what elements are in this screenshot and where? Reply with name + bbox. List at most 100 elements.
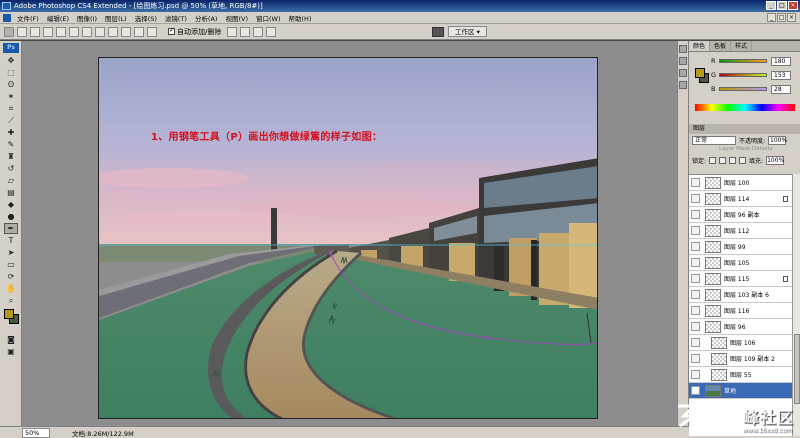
marquee-tool-icon[interactable]: ⬚ <box>4 67 18 78</box>
panel-icon-history[interactable] <box>679 45 687 53</box>
menu-image[interactable]: 图像(I) <box>77 13 97 23</box>
blur-tool-icon[interactable]: ◆ <box>4 199 18 210</box>
layer-row[interactable]: 图层 115 <box>689 271 792 287</box>
dodge-tool-icon[interactable]: ● <box>4 211 18 222</box>
line-icon[interactable] <box>134 26 144 37</box>
layer-name[interactable]: 图层 55 <box>730 370 792 379</box>
close-button[interactable]: × <box>788 1 798 10</box>
layer-row[interactable]: 图层 96 副本 <box>689 207 792 223</box>
red-value[interactable]: 180 <box>771 56 791 66</box>
custom-shape-icon[interactable] <box>147 26 157 37</box>
layer-row[interactable]: 图层 109 副本 2 <box>689 351 792 367</box>
layer-visibility-icon[interactable] <box>691 322 700 331</box>
tab-styles[interactable]: 样式 <box>731 41 753 51</box>
hand-tool-icon[interactable]: ✋ <box>4 283 18 294</box>
menu-analysis[interactable]: 分析(A) <box>195 13 218 23</box>
menu-view[interactable]: 视图(V) <box>225 13 248 23</box>
layer-row[interactable]: 图层 106 <box>689 335 792 351</box>
layers-scrollbar[interactable] <box>792 174 800 436</box>
layer-row[interactable]: 图层 114 <box>689 191 792 207</box>
layer-row[interactable]: 图层 112 <box>689 223 792 239</box>
layer-visibility-icon[interactable] <box>691 290 700 299</box>
screen-mode-icon[interactable] <box>432 26 444 37</box>
layer-name[interactable]: 图层 109 副本 2 <box>730 354 792 363</box>
layer-name[interactable]: 图层 103 副本 6 <box>724 290 792 299</box>
layer-visibility-icon[interactable]: ◉ <box>691 386 700 395</box>
doc-minimize-button[interactable]: _ <box>767 13 776 22</box>
crop-tool-icon[interactable]: ⌗ <box>4 103 18 114</box>
freeform-pen-icon[interactable] <box>69 26 79 37</box>
layer-name[interactable]: 图层 99 <box>724 242 792 251</box>
layer-row[interactable]: 图层 100 <box>689 175 792 191</box>
healing-brush-tool-icon[interactable]: ✚ <box>4 127 18 138</box>
menu-window[interactable]: 窗口(W) <box>256 13 281 23</box>
minimize-button[interactable]: _ <box>766 1 776 10</box>
layer-visibility-icon[interactable] <box>691 242 700 251</box>
layer-name[interactable]: 图层 112 <box>724 226 792 235</box>
blend-mode-select[interactable]: 正常 <box>692 135 736 145</box>
magic-wand-tool-icon[interactable]: ✶ <box>4 91 18 102</box>
layer-row[interactable]: 图层 116 <box>689 303 792 319</box>
lock-transparency-icon[interactable] <box>709 156 717 164</box>
blue-slider[interactable] <box>719 87 767 91</box>
layer-visibility-icon[interactable] <box>691 370 700 379</box>
layer-name[interactable]: 图层 96 副本 <box>724 210 792 219</box>
layer-visibility-icon[interactable] <box>691 178 700 187</box>
brush-tool-icon[interactable]: ✎ <box>4 139 18 150</box>
pen-icon[interactable] <box>56 26 66 37</box>
layer-visibility-icon[interactable] <box>691 306 700 315</box>
fill-input[interactable]: 100% <box>766 155 784 165</box>
pen-tool-icon[interactable]: ✒ <box>4 223 18 234</box>
lock-all-icon[interactable] <box>739 156 747 164</box>
eraser-tool-icon[interactable]: ▱ <box>4 175 18 186</box>
layer-row[interactable]: 图层 105 <box>689 255 792 271</box>
layer-visibility-icon[interactable] <box>691 226 700 235</box>
opacity-input[interactable]: 100% <box>768 135 787 145</box>
doc-close-button[interactable]: × <box>787 13 796 22</box>
layer-visibility-icon[interactable] <box>691 210 700 219</box>
workspace-dropdown[interactable]: 工作区 ▾ <box>448 26 487 37</box>
document-canvas[interactable]: 1、用钢笔工具（P）画出你想做绿篱的样子如图： <box>98 57 598 419</box>
lasso-tool-icon[interactable]: ʘ <box>4 79 18 90</box>
auto-add-delete-checkbox[interactable]: 自动添加/删除 <box>168 26 221 37</box>
tab-swatches[interactable]: 色板 <box>710 41 732 51</box>
path-subtract-icon[interactable] <box>240 26 251 37</box>
shape-tool-icon[interactable]: ▭ <box>4 259 18 270</box>
panel-icon-navigator[interactable] <box>679 69 687 77</box>
quick-mask-icon[interactable]: ◙ <box>4 334 18 345</box>
fill-pixels-icon[interactable] <box>43 26 53 37</box>
history-brush-tool-icon[interactable]: ↺ <box>4 163 18 174</box>
menu-filter[interactable]: 滤镜(T) <box>165 13 187 23</box>
checkbox-checked-icon[interactable] <box>168 26 175 35</box>
path-selection-tool-icon[interactable]: ➤ <box>4 247 18 258</box>
ellipse-icon[interactable] <box>108 26 118 37</box>
panel-icon-info[interactable] <box>679 81 687 89</box>
layer-visibility-icon[interactable] <box>691 354 700 363</box>
doc-restore-button[interactable]: □ <box>777 13 786 22</box>
tab-color[interactable]: 颜色 <box>689 41 711 51</box>
zoom-level[interactable]: 50% <box>22 427 50 438</box>
lock-pixels-icon[interactable] <box>719 156 727 164</box>
layer-visibility-icon[interactable] <box>691 274 700 283</box>
3d-rotate-tool-icon[interactable]: ⟳ <box>4 271 18 282</box>
clone-stamp-tool-icon[interactable]: ♜ <box>4 151 18 162</box>
zoom-tool-icon[interactable]: ⌕ <box>4 295 18 306</box>
layer-row[interactable]: 图层 55 <box>689 367 792 383</box>
layers-panel-tab[interactable]: 图层 <box>689 124 800 134</box>
rectangle-icon[interactable] <box>82 26 92 37</box>
pen-tool-preset-icon[interactable] <box>4 26 14 37</box>
layer-name[interactable]: 图层 105 <box>724 258 792 267</box>
path-exclude-icon[interactable] <box>266 26 277 37</box>
paths-icon[interactable] <box>30 26 40 37</box>
layer-visibility-icon[interactable] <box>691 338 700 347</box>
ps-menu-icon[interactable] <box>3 13 11 22</box>
menu-edit[interactable]: 编辑(E) <box>47 13 69 23</box>
layer-row[interactable]: 图层 103 副本 6 <box>689 287 792 303</box>
layer-visibility-icon[interactable] <box>691 194 700 203</box>
menu-layer[interactable]: 图层(L) <box>105 13 127 23</box>
blue-value[interactable]: 28 <box>771 84 791 94</box>
menu-file[interactable]: 文件(F) <box>17 13 39 23</box>
gradient-tool-icon[interactable]: ▤ <box>4 187 18 198</box>
foreground-color-swatch[interactable] <box>4 309 14 319</box>
menu-help[interactable]: 帮助(H) <box>289 13 312 23</box>
